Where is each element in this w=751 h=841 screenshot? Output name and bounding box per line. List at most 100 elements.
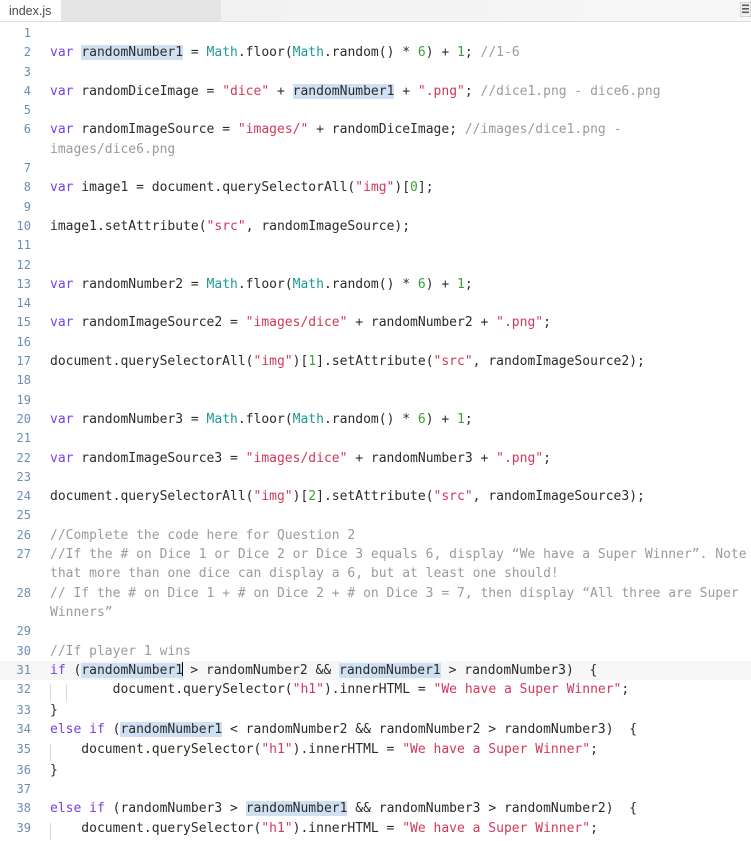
indent-guide (50, 684, 67, 702)
code-line[interactable]: 2 var randomNumber1 = Math.floor(Math.ran… (0, 43, 751, 62)
code-line-content: var randomNumber1 = Math.floor(Math.rand… (38, 43, 751, 62)
code-token: Math (292, 276, 324, 292)
code-token: 1 (308, 354, 317, 370)
code-line[interactable]: 36} (0, 761, 751, 780)
code-token: randomNumber2 = (73, 276, 207, 292)
code-line-content: if (randomNumber1 > randomNumber2 && ran… (38, 661, 751, 680)
code-token: randomImageSource = (73, 122, 238, 138)
code-line[interactable]: 25 (0, 506, 751, 525)
code-line[interactable]: 39 document.querySelector("h1").innerHTM… (0, 819, 751, 840)
code-line-content: document.querySelector("h1").innerHTML =… (38, 680, 751, 702)
tab-label: index.js (9, 3, 52, 18)
code-line[interactable]: 9 (0, 198, 751, 217)
code-line[interactable]: 21 (0, 429, 751, 448)
code-line[interactable]: 18 (0, 371, 751, 390)
code-line[interactable]: 37 (0, 780, 751, 799)
code-line-content: } (38, 761, 751, 780)
code-token: + (269, 83, 293, 99)
code-line[interactable]: 1 (0, 24, 751, 43)
code-line[interactable]: 32 document.querySelector("h1").innerHTM… (0, 680, 751, 702)
code-line[interactable]: 28 // If the # on Dice 1 + # on Dice 2 + … (0, 584, 751, 623)
code-line[interactable]: 31 if (randomNumber1 > randomNumber2 && r… (0, 660, 751, 681)
line-number: 17 (16, 354, 31, 369)
code-token: else (50, 801, 82, 817)
code-line[interactable]: 26 //Complete the code here for Question … (0, 526, 751, 545)
code-token: > randomNumber3) { (440, 662, 598, 678)
code-token: , randomImageSource2); (472, 354, 645, 370)
line-number: 3 (23, 64, 31, 79)
code-line[interactable]: 15 var randomImageSource2 = "images/dice"… (0, 313, 751, 332)
code-line[interactable]: 34 else if (randomNumber1 < randomNumber2… (0, 720, 751, 739)
code-token: )[ (292, 489, 309, 505)
code-line[interactable]: 19 (0, 391, 751, 410)
code-line-content: var randomImageSource2 = "images/dice" +… (38, 313, 751, 332)
code-token: randomImageSource3 = (73, 450, 246, 466)
code-token: document.querySelector( (65, 820, 262, 836)
code-token: , randomImageSource3); (472, 489, 645, 505)
code-token: ( (65, 662, 82, 678)
occurrence-highlight: randomNumber1 (292, 83, 395, 99)
line-number: 38 (16, 801, 31, 816)
code-line[interactable]: 13 var randomNumber2 = Math.floor(Math.ra… (0, 275, 751, 294)
code-token: //If player 1 wins (50, 643, 191, 659)
code-line[interactable]: 33} (0, 701, 751, 720)
code-token: > randomNumber2 && (182, 662, 340, 678)
code-line[interactable]: 20 var randomNumber3 = Math.floor(Math.ra… (0, 410, 751, 429)
code-token: document.querySelectorAll( (50, 354, 254, 370)
code-token: "images/dice" (245, 450, 348, 466)
code-line-content (38, 236, 751, 255)
code-line[interactable]: 7 (0, 159, 751, 178)
code-token: ; (543, 315, 551, 331)
code-line-content (38, 506, 751, 525)
line-number: 23 (16, 469, 31, 484)
code-token: randomNumber3 = (73, 411, 207, 427)
code-line[interactable]: 10 image1.setAttribute("src", randomImage… (0, 217, 751, 236)
code-line-content: document.querySelector("h1").innerHTML =… (38, 740, 751, 761)
code-token: //Complete the code here for Question 2 (50, 527, 356, 543)
code-token: ).innerHTML = (292, 820, 403, 836)
code-line[interactable]: 16 (0, 333, 751, 352)
outline-list-icon[interactable] (740, 2, 751, 17)
code-token: if (89, 722, 105, 738)
code-line[interactable]: 38 else if (randomNumber3 > randomNumber1… (0, 799, 751, 818)
code-line[interactable]: 11 (0, 236, 751, 255)
line-number: 25 (16, 508, 31, 523)
code-token: "img" (355, 180, 395, 196)
line-number: 31 (16, 662, 31, 677)
code-line-content (38, 468, 751, 487)
code-line[interactable]: 6 var randomImageSource = "images/" + ran… (0, 120, 751, 159)
code-token: Math (206, 276, 238, 292)
line-number: 7 (23, 161, 31, 176)
code-line[interactable]: 23 (0, 468, 751, 487)
code-line[interactable]: 29 (0, 622, 751, 641)
code-line[interactable]: 12 (0, 256, 751, 275)
code-line-content: document.querySelectorAll("img")[1].setA… (38, 352, 751, 371)
code-line[interactable]: 22 var randomImageSource3 = "images/dice"… (0, 449, 751, 468)
code-line[interactable]: 14 (0, 294, 751, 313)
code-token: if (50, 662, 66, 678)
code-token: else (50, 722, 82, 738)
code-line[interactable]: 30 //If player 1 wins (0, 642, 751, 661)
code-line[interactable]: 17 document.querySelectorAll("img")[1].se… (0, 352, 751, 371)
code-line[interactable]: 4 var randomDiceImage = "dice" + randomNu… (0, 82, 751, 101)
code-token: "h1" (261, 741, 293, 757)
code-token: ; (464, 45, 481, 61)
line-number: 12 (16, 257, 31, 272)
code-line-content: var randomNumber2 = Math.floor(Math.rand… (38, 275, 751, 294)
code-line[interactable]: 35 document.querySelector("h1").innerHTM… (0, 740, 751, 761)
code-line-content: //If the # on Dice 1 or Dice 2 or Dice 3… (38, 545, 751, 584)
code-token: )[ (394, 180, 411, 196)
code-line[interactable]: 5 (0, 101, 751, 120)
code-token: 1 (457, 411, 465, 427)
code-editor-pane[interactable]: 1 2 var randomNumber1 = Math.floor(Math.r… (0, 22, 751, 841)
code-line[interactable]: 3 (0, 63, 751, 82)
code-line[interactable]: 24 document.querySelectorAll("img")[2].se… (0, 487, 751, 506)
code-line[interactable]: 27 //If the # on Dice 1 or Dice 2 or Dice… (0, 545, 751, 584)
tab-index-js[interactable]: index.js (0, 0, 62, 21)
code-line-content (38, 63, 751, 82)
code-token: ; (590, 820, 598, 836)
code-line[interactable]: 8 var image1 = document.querySelectorAll(… (0, 178, 751, 197)
code-token: ; (543, 450, 551, 466)
code-line-content: else if (randomNumber3 > randomNumber1 &… (38, 799, 751, 818)
code-token: ".png" (496, 450, 544, 466)
